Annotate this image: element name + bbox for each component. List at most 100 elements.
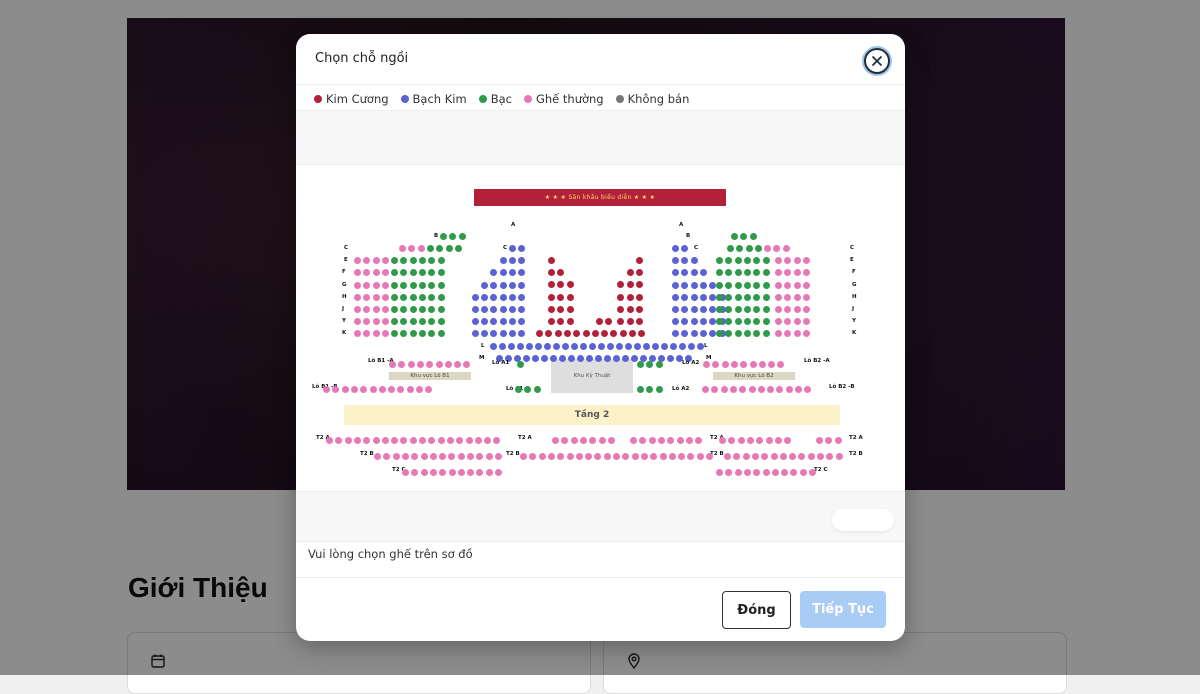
seat[interactable]	[681, 318, 689, 326]
seat[interactable]	[617, 293, 625, 301]
seat[interactable]	[518, 281, 526, 289]
seat[interactable]	[764, 245, 771, 252]
seat[interactable]	[508, 342, 515, 350]
seat[interactable]	[743, 306, 751, 313]
seat[interactable]	[545, 330, 553, 338]
seat[interactable]	[499, 281, 507, 289]
seat[interactable]	[802, 257, 810, 265]
seat[interactable]	[409, 318, 417, 326]
seat[interactable]	[753, 257, 761, 265]
seat[interactable]	[703, 361, 710, 368]
seat[interactable]	[802, 330, 810, 338]
seat[interactable]	[372, 269, 380, 277]
seat[interactable]	[553, 342, 560, 350]
seat[interactable]	[699, 306, 707, 313]
seat[interactable]	[782, 245, 790, 252]
seat[interactable]	[418, 306, 426, 313]
seat[interactable]	[490, 306, 498, 313]
seat[interactable]	[446, 437, 454, 444]
seat[interactable]	[672, 281, 679, 289]
seat[interactable]	[548, 269, 555, 277]
seat[interactable]	[381, 269, 389, 277]
continue-button[interactable]: Tiếp Tục	[800, 591, 886, 628]
seat[interactable]	[400, 437, 408, 444]
seat[interactable]	[601, 330, 609, 338]
seat[interactable]	[775, 293, 782, 301]
seat[interactable]	[785, 386, 793, 393]
seat[interactable]	[672, 245, 679, 252]
seat[interactable]	[490, 293, 498, 301]
seat[interactable]	[617, 281, 625, 289]
seat[interactable]	[440, 233, 447, 240]
seat[interactable]	[400, 330, 408, 338]
seat[interactable]	[485, 453, 493, 460]
seat[interactable]	[344, 437, 352, 444]
seat[interactable]	[517, 342, 524, 350]
seat[interactable]	[678, 453, 686, 460]
seat[interactable]	[354, 330, 361, 338]
seat[interactable]	[728, 437, 736, 444]
seat[interactable]	[456, 437, 464, 444]
seat[interactable]	[637, 386, 644, 393]
seat[interactable]	[727, 245, 734, 252]
seat[interactable]	[363, 437, 371, 444]
seat[interactable]	[407, 361, 415, 368]
seat[interactable]	[804, 386, 812, 393]
seat[interactable]	[566, 318, 574, 325]
seat[interactable]	[535, 342, 542, 350]
seat[interactable]	[740, 361, 748, 368]
seat[interactable]	[681, 330, 689, 338]
seat[interactable]	[499, 330, 507, 338]
seat[interactable]	[323, 386, 330, 393]
seat[interactable]	[734, 306, 742, 313]
seat[interactable]	[536, 330, 543, 338]
seat[interactable]	[557, 269, 565, 277]
seat[interactable]	[517, 361, 524, 368]
seat[interactable]	[729, 386, 737, 393]
seat[interactable]	[775, 306, 782, 313]
seat[interactable]	[518, 330, 526, 338]
seat[interactable]	[326, 437, 333, 444]
seat[interactable]	[770, 453, 778, 460]
seat[interactable]	[672, 269, 679, 277]
seat[interactable]	[758, 361, 766, 368]
seat[interactable]	[659, 453, 667, 460]
seat[interactable]	[802, 293, 810, 301]
seat[interactable]	[437, 269, 445, 277]
seat[interactable]	[636, 269, 643, 277]
seat[interactable]	[757, 386, 765, 393]
seat[interactable]	[533, 386, 541, 393]
seat[interactable]	[391, 257, 398, 265]
seat[interactable]	[605, 318, 613, 326]
seat[interactable]	[585, 453, 593, 460]
seat[interactable]	[690, 306, 698, 313]
seat[interactable]	[793, 281, 801, 289]
seat[interactable]	[730, 361, 738, 368]
seat[interactable]	[411, 469, 419, 476]
seat[interactable]	[426, 361, 434, 368]
seat[interactable]	[591, 330, 599, 338]
seat[interactable]	[743, 257, 751, 265]
seat[interactable]	[598, 342, 605, 350]
seat[interactable]	[409, 257, 417, 265]
seat[interactable]	[471, 306, 479, 313]
seat[interactable]	[418, 257, 426, 265]
seat[interactable]	[724, 453, 731, 460]
seat[interactable]	[570, 437, 578, 444]
seat[interactable]	[725, 281, 733, 289]
seat[interactable]	[690, 281, 698, 289]
seat[interactable]	[681, 257, 689, 265]
seat[interactable]	[411, 453, 419, 460]
seat[interactable]	[771, 469, 779, 476]
seat[interactable]	[690, 257, 698, 265]
seat[interactable]	[636, 281, 643, 289]
seat[interactable]	[518, 257, 526, 265]
seat[interactable]	[437, 293, 445, 301]
seat[interactable]	[400, 281, 408, 289]
seat[interactable]	[428, 330, 436, 338]
seat[interactable]	[762, 293, 770, 301]
seat[interactable]	[734, 330, 742, 338]
seat[interactable]	[784, 306, 792, 313]
seat[interactable]	[509, 257, 516, 265]
seat[interactable]	[807, 453, 815, 460]
